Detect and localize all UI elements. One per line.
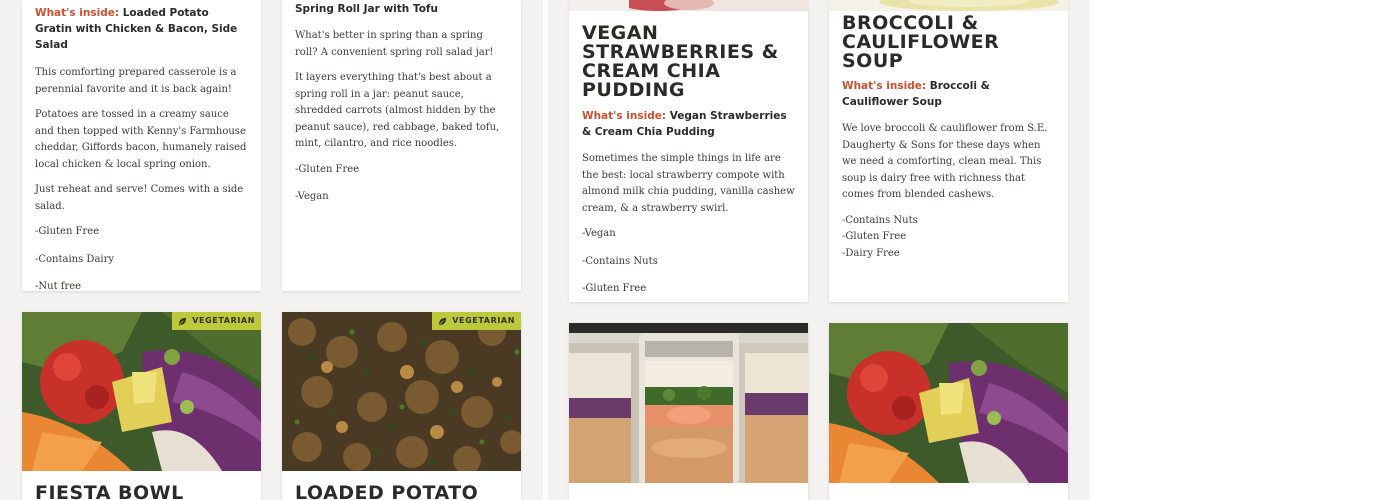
dietary-tag: -Vegan xyxy=(582,228,616,239)
dietary-tags: -Vegan -Contains Nuts -Gluten Free xyxy=(582,226,795,298)
whats-inside: What's inside: Broccoli & Cauliflower So… xyxy=(842,78,1055,110)
menu-card[interactable]: BROCCOLI & CAULIFLOWER SOUP What's insid… xyxy=(829,0,1068,302)
dietary-tags: -Contains Nuts -Gluten Free -Dairy Free xyxy=(842,213,1055,263)
card-description: What's better in spring than a spring ro… xyxy=(295,28,508,153)
description-paragraph: Sometimes the simple things in life are … xyxy=(582,153,795,214)
dietary-tag: -Contains Nuts xyxy=(842,214,918,226)
card-photo-fiesta-bowl[interactable] xyxy=(829,323,1068,483)
dietary-tag: -Gluten Free xyxy=(35,226,100,237)
whats-inside-value: Spring Roll Jar with Tofu xyxy=(295,3,438,15)
menu-card[interactable] xyxy=(569,323,808,500)
dietary-tag: -Gluten Free xyxy=(842,231,907,242)
card-photo-fiesta-bowl[interactable]: VEGETARIAN xyxy=(22,312,261,471)
description-paragraph: We love broccoli & cauliflower from S.E.… xyxy=(842,123,1048,200)
menu-card[interactable]: Spring Roll Jar with Tofu What's better … xyxy=(282,0,521,291)
description-paragraph: Just reheat and serve! Comes with a side… xyxy=(35,184,244,212)
description-paragraph: This comforting prepared casserole is a … xyxy=(35,67,237,95)
leaf-icon xyxy=(179,317,187,325)
menu-card[interactable] xyxy=(829,323,1068,500)
dietary-tag: -Gluten Free xyxy=(582,283,647,294)
leaf-icon xyxy=(439,317,447,325)
card-photo-potato-gratin[interactable]: VEGETARIAN xyxy=(282,312,521,471)
badge-label: VEGETARIAN xyxy=(452,316,515,325)
whats-inside: What's inside: Vegan Strawberries & Crea… xyxy=(582,108,795,140)
whats-inside: Spring Roll Jar with Tofu xyxy=(295,1,508,17)
card-description: We love broccoli & cauliflower from S.E.… xyxy=(842,121,1055,204)
card-photo-soup[interactable] xyxy=(829,0,1068,11)
badge-label: VEGETARIAN xyxy=(192,316,255,325)
whats-inside-label: What's inside: xyxy=(842,80,927,92)
dietary-tag: -Vegan xyxy=(295,191,329,202)
card-title[interactable]: VEGAN STRAWBERRIES & CREAM CHIA PUDDING xyxy=(582,24,795,100)
card-description: This comforting prepared casserole is a … xyxy=(35,65,248,215)
dietary-tag: -Contains Nuts xyxy=(582,255,658,267)
vegetarian-badge: VEGETARIAN xyxy=(172,312,261,330)
dietary-tags: -Gluten Free -Vegan xyxy=(295,162,508,206)
card-title[interactable]: FIESTA BOWL WITH xyxy=(35,484,248,500)
dietary-tag: -Contains Dairy xyxy=(35,253,115,265)
whats-inside: What's inside: Loaded Potato Gratin with… xyxy=(35,5,248,53)
dietary-tags: -Gluten Free -Contains Dairy -Nut free xyxy=(35,224,248,291)
dietary-tag: -Nut free xyxy=(35,281,82,291)
dietary-tag: -Dairy Free xyxy=(842,247,900,259)
dietary-tag: -Gluten Free xyxy=(295,163,360,175)
card-title[interactable]: LOADED POTATO GRATIN xyxy=(295,484,508,500)
menu-card[interactable]: VEGETARIAN LOADED POTATO GRATIN xyxy=(282,312,521,500)
card-photo-spring-roll-jars[interactable] xyxy=(569,323,808,483)
whats-inside-label: What's inside: xyxy=(582,110,667,122)
menu-card[interactable]: VEGETARIAN FIESTA BOWL WITH xyxy=(22,312,261,500)
menu-card[interactable]: What's inside: Loaded Potato Gratin with… xyxy=(22,0,261,291)
menu-card[interactable]: VEGAN STRAWBERRIES & CREAM CHIA PUDDING … xyxy=(569,0,808,302)
description-paragraph: What's better in spring than a spring ro… xyxy=(295,30,494,58)
card-description: Sometimes the simple things in life are … xyxy=(582,151,795,217)
card-photo-strawberry-pudding[interactable] xyxy=(569,0,808,11)
whats-inside-label: What's inside: xyxy=(35,7,120,19)
description-paragraph: It layers everything that's best about a… xyxy=(295,72,500,149)
description-paragraph: Potatoes are tossed in a creamy sauce an… xyxy=(35,109,247,170)
card-title[interactable]: BROCCOLI & CAULIFLOWER SOUP xyxy=(842,14,1055,71)
vegetarian-badge: VEGETARIAN xyxy=(432,312,521,330)
